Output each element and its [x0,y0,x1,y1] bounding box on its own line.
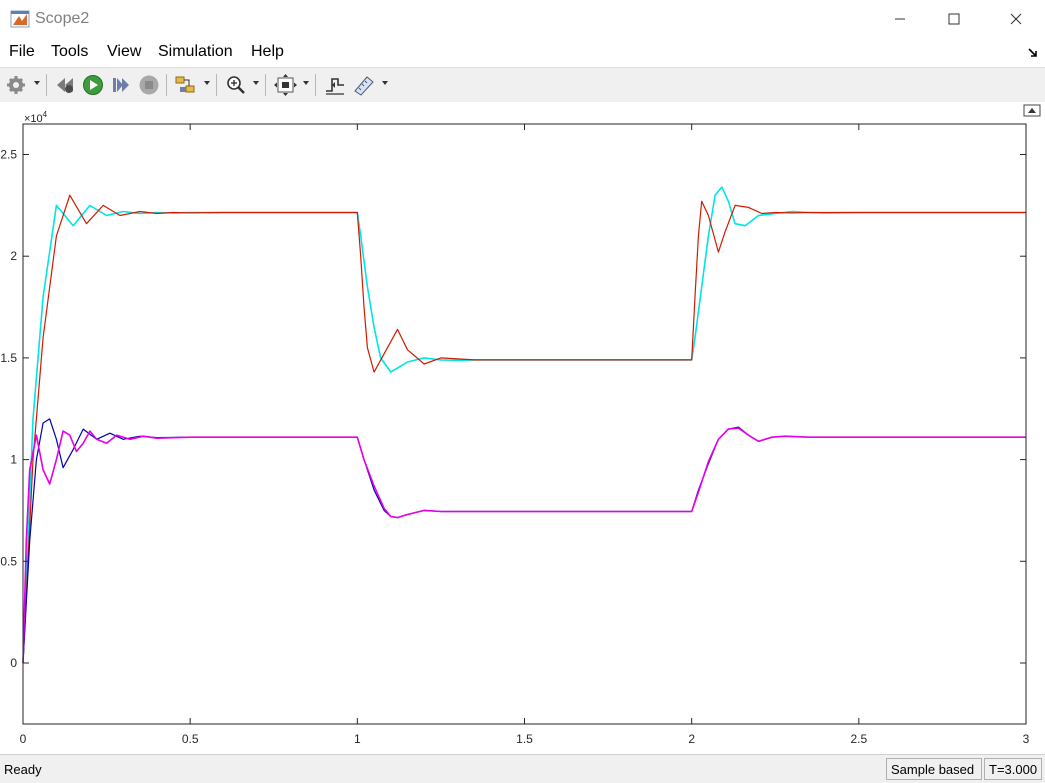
restore-axes-button[interactable] [1023,104,1041,117]
menu-bar: File Tools View Simulation Help [0,38,1045,66]
highlight-block-icon[interactable] [174,73,198,97]
step-forward-icon[interactable] [110,73,132,97]
x-tick-label: 2 [688,732,695,746]
toolbar-separator [166,74,167,96]
measurements-dropdown-arrow[interactable] [382,81,388,85]
minimize-icon [895,18,905,20]
simulation-time-indicator: T=3.000 [984,758,1042,780]
status-ready-text: Ready [4,762,42,777]
dock-icon[interactable] [1027,47,1039,59]
run-icon[interactable] [82,73,104,97]
y-tick-label: 0.5 [0,554,17,568]
title-bar: Scope2 [0,0,1045,38]
y-tick-label: 1 [10,453,17,467]
minimize-button[interactable] [877,0,923,38]
y-tick-label: 2 [10,249,17,263]
x-tick-label: 0.5 [182,732,199,746]
toolbar-separator [216,74,217,96]
rewind-icon[interactable] [54,73,76,97]
x-tick-label: 3 [1023,732,1030,746]
y-tick-label: 2.5 [0,148,17,162]
menu-file[interactable]: File [9,43,35,61]
x-tick-label: 2.5 [850,732,867,746]
toolbar-separator [46,74,47,96]
toolbar [0,67,1045,103]
measurements-icon[interactable] [352,73,376,97]
gear-dropdown-arrow[interactable] [34,81,40,85]
autoscale-dropdown-arrow[interactable] [303,81,309,85]
maximize-icon [948,13,960,25]
matlab-icon [10,10,30,28]
autoscale-icon[interactable] [274,73,298,97]
zoom-icon[interactable] [225,73,247,97]
toolbar-separator [265,74,266,96]
close-button[interactable] [993,0,1039,38]
stop-icon[interactable] [138,73,160,97]
sample-mode-indicator: Sample based [886,758,982,780]
triggers-icon[interactable] [324,73,346,97]
menu-view[interactable]: View [107,43,141,61]
window-title: Scope2 [35,10,90,27]
x-tick-label: 0 [20,732,27,746]
y-tick-label: 1.5 [0,351,17,365]
scope-figure: 0 0.5 1 1.5 2 2.5 3 0 0.5 1 1.5 2 2.5 ×104 [0,102,1045,752]
close-icon [1010,13,1022,25]
x-tick-label: 1 [354,732,361,746]
y-exponent-label: ×104 [24,110,48,125]
y-tick-label: 0 [10,656,17,670]
x-tick-label: 1.5 [516,732,533,746]
highlight-dropdown-arrow[interactable] [204,81,210,85]
zoom-dropdown-arrow[interactable] [253,81,259,85]
maximize-button[interactable] [931,0,977,38]
toolbar-separator [315,74,316,96]
gear-icon[interactable] [6,73,26,97]
menu-simulation[interactable]: Simulation [158,43,233,61]
menu-help[interactable]: Help [251,43,284,61]
axes-background [23,124,1026,724]
status-bar: Ready Sample based T=3.000 [0,754,1045,783]
menu-tools[interactable]: Tools [51,43,88,61]
scope-plot[interactable]: 0 0.5 1 1.5 2 2.5 3 0 0.5 1 1.5 2 2.5 ×104 [0,102,1045,752]
